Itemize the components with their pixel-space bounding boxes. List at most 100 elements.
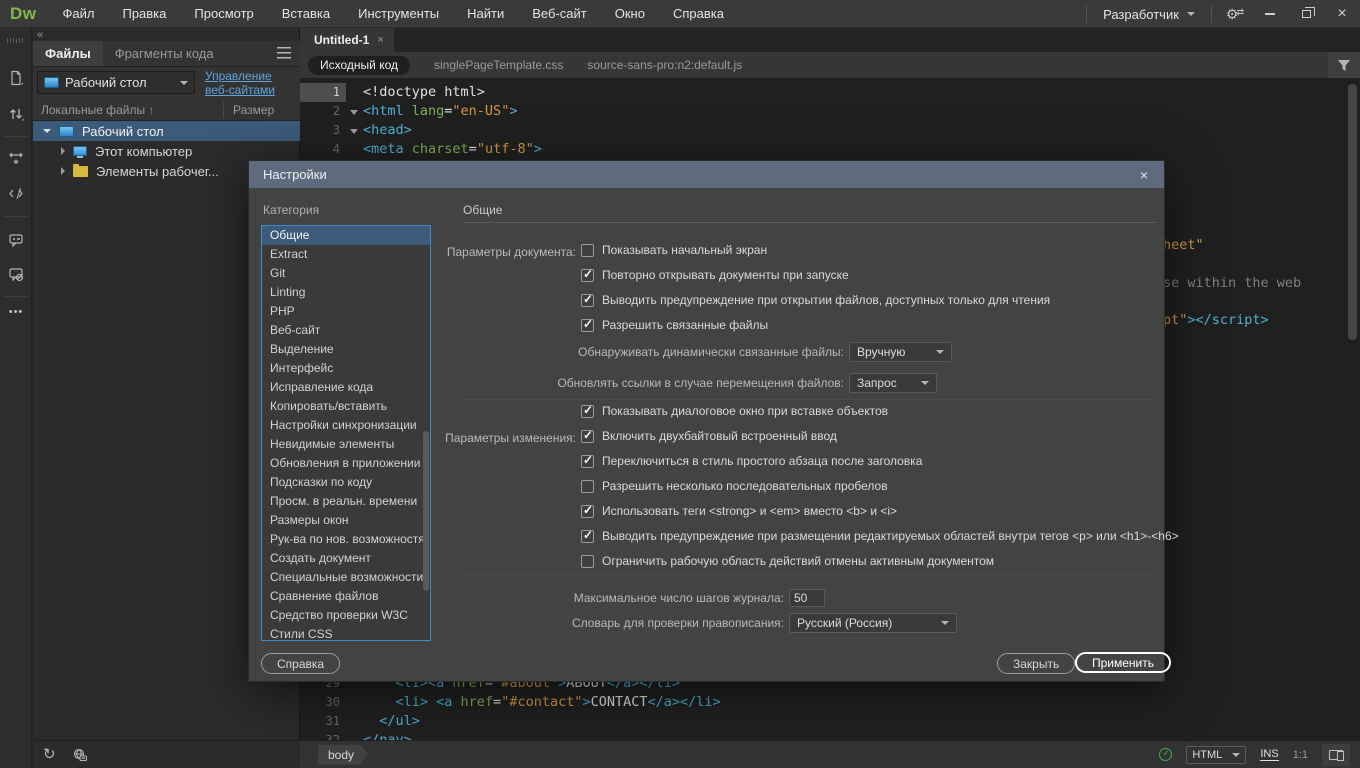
related-file-css[interactable]: singlePageTemplate.css bbox=[434, 58, 563, 72]
menubar-item[interactable]: Справка bbox=[659, 0, 738, 28]
insert-mode-indicator[interactable]: INS bbox=[1260, 748, 1278, 761]
help-button[interactable]: Справка bbox=[261, 653, 340, 674]
category-item[interactable]: Git bbox=[262, 264, 430, 283]
dialog-titlebar[interactable]: Настройки bbox=[249, 161, 1164, 188]
file-transfer-icon[interactable] bbox=[6, 104, 26, 124]
category-item[interactable]: Обновления в приложении bbox=[262, 454, 430, 473]
remove-comment-icon[interactable] bbox=[6, 264, 26, 284]
category-item[interactable]: Просм. в реальн. времени bbox=[262, 492, 430, 511]
category-item[interactable]: Веб-сайт bbox=[262, 321, 430, 340]
tag-selector-body[interactable]: body bbox=[318, 745, 368, 765]
category-list[interactable]: ОбщиеExtractGitLintingPHPВеб-сайтВыделен… bbox=[261, 225, 431, 641]
update-links-select[interactable]: Запрос bbox=[849, 373, 937, 393]
code-format-icon[interactable] bbox=[6, 184, 26, 204]
source-code-button[interactable]: Исходный код bbox=[308, 56, 410, 75]
lint-ok-icon[interactable] bbox=[1159, 748, 1172, 761]
category-item[interactable]: Extract bbox=[262, 245, 430, 264]
checkbox[interactable] bbox=[581, 294, 594, 307]
category-item[interactable]: Размеры окон bbox=[262, 511, 430, 530]
sync-settings-gear-icon[interactable] bbox=[1218, 6, 1252, 23]
checkbox[interactable] bbox=[581, 319, 594, 332]
category-item[interactable]: Средство проверки W3C bbox=[262, 606, 430, 625]
menubar-item[interactable]: Веб-сайт bbox=[518, 0, 600, 28]
related-file-js[interactable]: source-sans-pro:n2:default.js bbox=[587, 58, 742, 72]
tree-row-computer[interactable]: Этот компьютер bbox=[33, 141, 300, 161]
device-preview-button[interactable] bbox=[1322, 744, 1350, 766]
expand-chevron-icon[interactable] bbox=[43, 129, 51, 133]
checkbox[interactable] bbox=[581, 480, 594, 493]
checkbox[interactable] bbox=[581, 505, 594, 518]
category-item[interactable]: Подсказки по коду bbox=[262, 473, 430, 492]
checkbox[interactable] bbox=[581, 455, 594, 468]
category-list-scrollbar[interactable] bbox=[423, 431, 429, 591]
toolbar-grip[interactable] bbox=[7, 38, 25, 43]
filter-related-files-icon[interactable] bbox=[1328, 52, 1360, 78]
column-size[interactable]: Размер bbox=[233, 103, 274, 117]
category-item[interactable]: Стили CSS bbox=[262, 625, 430, 641]
close-tab-icon[interactable] bbox=[377, 34, 383, 46]
category-item[interactable]: Linting bbox=[262, 283, 430, 302]
collapse-panel-icon[interactable] bbox=[37, 29, 43, 41]
menubar-item[interactable]: Просмотр bbox=[180, 0, 267, 28]
close-window-button[interactable] bbox=[1324, 0, 1360, 28]
more-options-icon[interactable] bbox=[6, 306, 26, 318]
collapse-chevron-icon[interactable] bbox=[61, 167, 65, 175]
code-lines-bottom[interactable]: 29 <li><a href="#about">ABOUT</a></li> 3… bbox=[300, 674, 1340, 750]
apply-comment-icon[interactable] bbox=[6, 230, 26, 250]
tab-snippets[interactable]: Фрагменты кода bbox=[103, 41, 226, 66]
workspace-switcher[interactable]: Разработчик bbox=[1093, 7, 1205, 22]
close-dialog-icon[interactable] bbox=[1134, 165, 1154, 185]
category-item[interactable]: Специальные возможности bbox=[262, 568, 430, 587]
manage-sites-link[interactable]: Управление веб-сайтами bbox=[205, 69, 297, 97]
fold-arrow-icon[interactable] bbox=[346, 102, 363, 121]
dynamic-files-select[interactable]: Вручную bbox=[849, 342, 952, 362]
menubar-item[interactable]: Найти bbox=[453, 0, 518, 28]
category-item[interactable]: Общие bbox=[262, 226, 430, 245]
open-document-icon[interactable] bbox=[6, 68, 26, 88]
menubar-item[interactable]: Вставка bbox=[268, 0, 344, 28]
checkbox[interactable] bbox=[581, 530, 594, 543]
menubar-item[interactable]: Файл bbox=[49, 0, 109, 28]
live-reload-icon[interactable] bbox=[6, 148, 26, 168]
checkbox[interactable] bbox=[581, 405, 594, 418]
collapse-chevron-icon[interactable] bbox=[61, 147, 65, 155]
menubar-item[interactable]: Правка bbox=[108, 0, 180, 28]
menubar-item[interactable]: Инструменты bbox=[344, 0, 453, 28]
tab-files[interactable]: Файлы bbox=[33, 41, 103, 66]
category-item[interactable]: Рук-ва по нов. возможностя bbox=[262, 530, 430, 549]
checkbox[interactable] bbox=[581, 555, 594, 568]
category-item[interactable]: Исправление кода bbox=[262, 378, 430, 397]
panel-menu-icon[interactable] bbox=[277, 47, 291, 59]
category-item[interactable]: Настройки синхронизации bbox=[262, 416, 430, 435]
document-tab[interactable]: Untitled-1 bbox=[300, 28, 394, 52]
fold-arrow-icon[interactable] bbox=[346, 121, 363, 140]
apply-button[interactable]: Применить bbox=[1075, 652, 1171, 673]
checkbox[interactable] bbox=[581, 269, 594, 282]
fold-arrow-icon[interactable] bbox=[346, 140, 363, 159]
tree-row-desktop[interactable]: Рабочий стол bbox=[33, 121, 300, 141]
checkbox[interactable] bbox=[581, 244, 594, 257]
panel-tabs: Файлы Фрагменты кода bbox=[33, 41, 300, 67]
category-item[interactable]: Создать документ bbox=[262, 549, 430, 568]
category-item[interactable]: Копировать/вставить bbox=[262, 397, 430, 416]
minimize-button[interactable] bbox=[1252, 0, 1288, 28]
category-item[interactable]: Сравнение файлов bbox=[262, 587, 430, 606]
category-item[interactable]: PHP bbox=[262, 302, 430, 321]
history-steps-input[interactable] bbox=[789, 589, 825, 607]
syntax-select[interactable]: HTML bbox=[1186, 746, 1246, 764]
code-lines-top[interactable]: 1 <!doctype html> 2 <html lang="en-US"> … bbox=[300, 83, 1340, 159]
site-selector[interactable]: Рабочий стол bbox=[37, 71, 195, 94]
editor-scrollbar[interactable] bbox=[1348, 84, 1357, 340]
fold-arrow-icon[interactable] bbox=[346, 83, 363, 102]
refresh-icon[interactable] bbox=[43, 745, 56, 764]
close-button[interactable]: Закрыть bbox=[997, 653, 1075, 674]
category-item[interactable]: Интерфейс bbox=[262, 359, 430, 378]
column-local-files[interactable]: Локальные файлы ↑ bbox=[33, 103, 154, 117]
file-activity-log-icon[interactable] bbox=[72, 747, 88, 763]
restore-button[interactable] bbox=[1288, 0, 1324, 28]
category-item[interactable]: Невидимые элементы bbox=[262, 435, 430, 454]
menubar-item[interactable]: Окно bbox=[601, 0, 659, 28]
spelling-dictionary-select[interactable]: Русский (Россия) bbox=[789, 613, 957, 633]
category-item[interactable]: Выделение bbox=[262, 340, 430, 359]
checkbox[interactable] bbox=[581, 430, 594, 443]
